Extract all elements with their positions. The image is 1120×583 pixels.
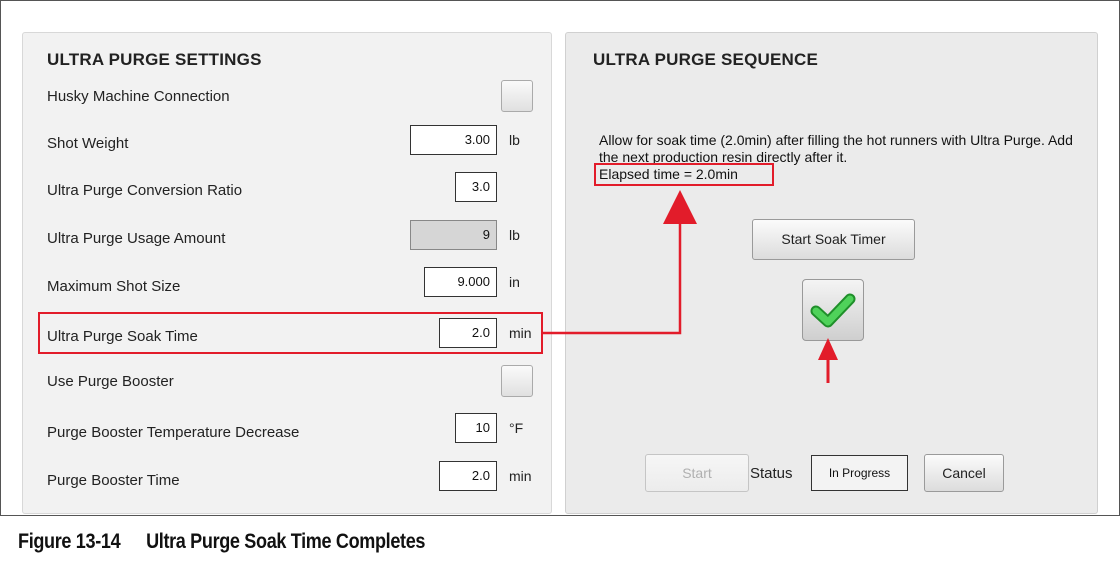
annotation-arrows bbox=[543, 190, 838, 383]
up-arrow-head bbox=[663, 190, 697, 224]
connector-arrow-line bbox=[543, 222, 682, 335]
figure-caption: Figure 13-14 Ultra Purge Soak Time Comple… bbox=[18, 530, 425, 554]
figure-title: Ultra Purge Soak Time Completes bbox=[146, 530, 426, 553]
check-arrow-head bbox=[818, 338, 838, 360]
caption-divider bbox=[0, 515, 1120, 516]
figure-number: Figure 13-14 bbox=[18, 530, 121, 553]
